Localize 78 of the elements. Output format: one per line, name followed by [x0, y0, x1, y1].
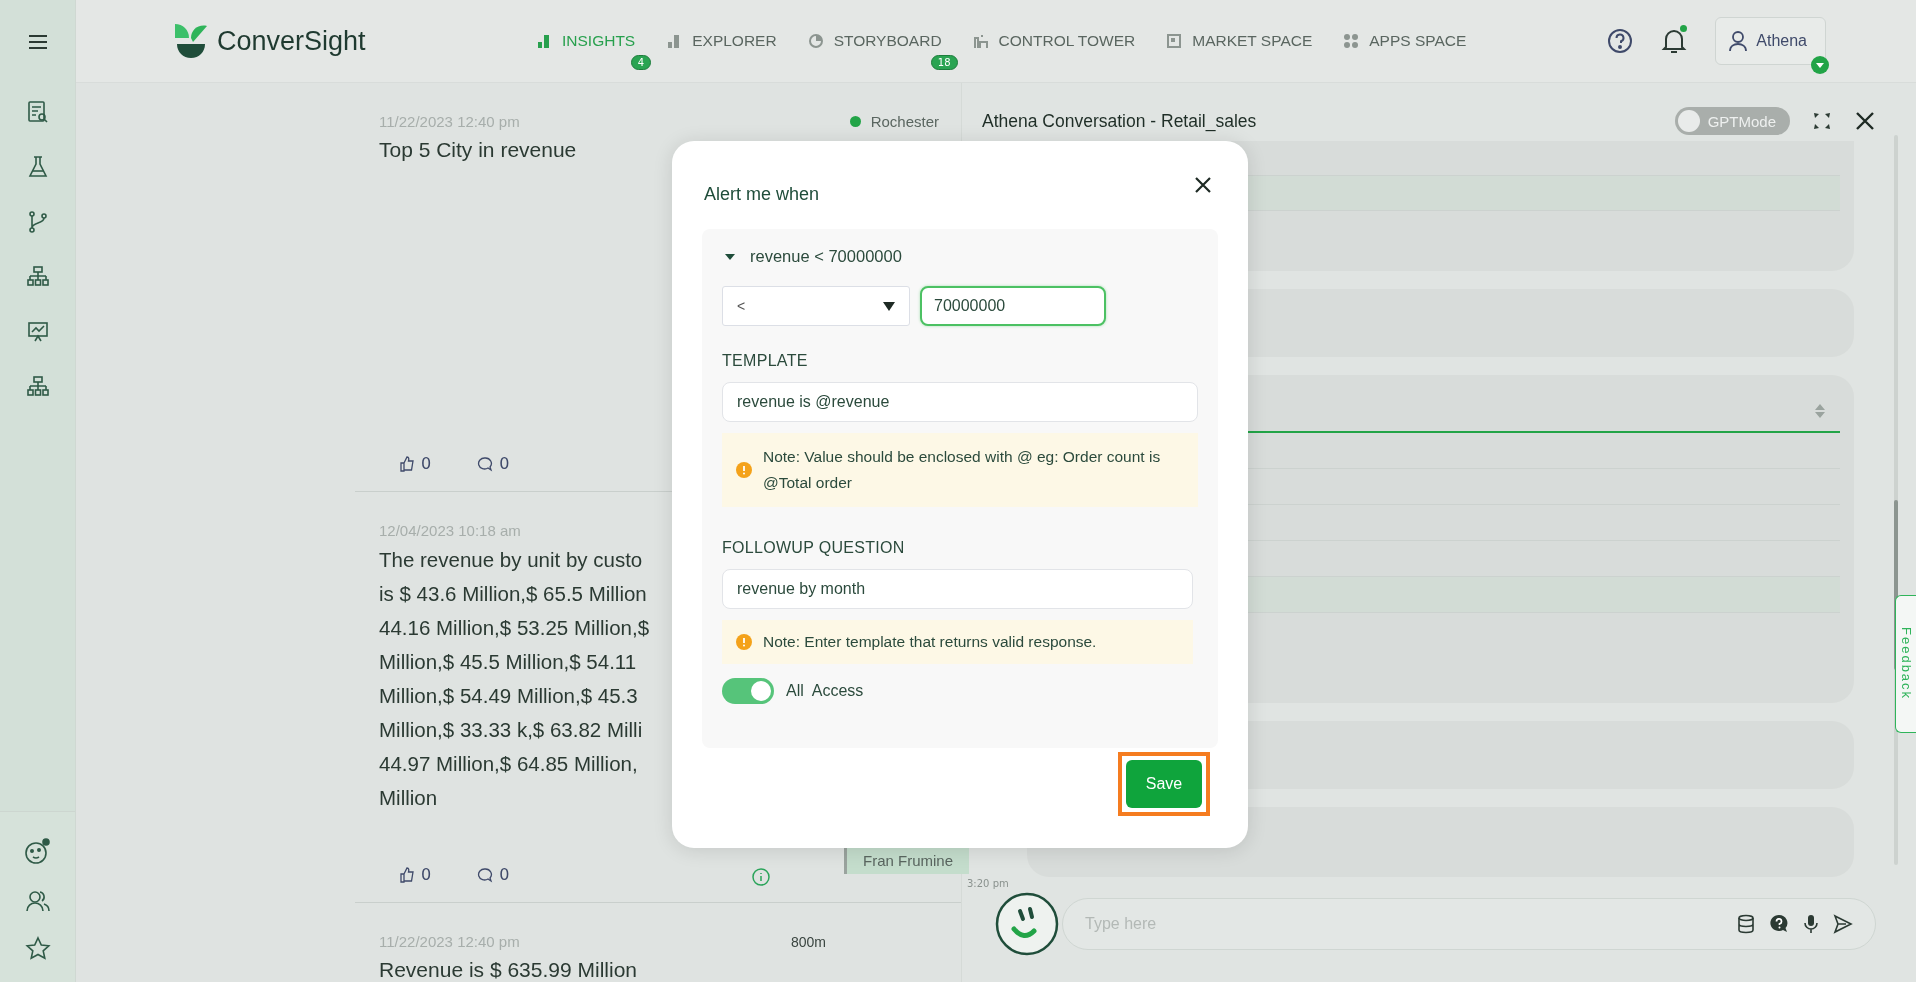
store-icon	[1166, 33, 1183, 49]
menu-icon[interactable]	[27, 34, 48, 50]
thumbs-up-icon	[399, 455, 415, 472]
toggle-label: All Access	[786, 682, 864, 700]
comment-icon	[477, 866, 494, 883]
user-menu[interactable]: Athena	[1715, 17, 1826, 65]
note-text: Note: Enter template that returns valid response.	[763, 632, 1097, 652]
logo-text: ConverSight	[217, 25, 366, 57]
chart-bar-label: Fran Frumine	[844, 847, 969, 874]
post-date: 11/22/2023 12:40 pm	[379, 113, 520, 130]
note-text: Note: Value should be enclosed with @ eg: Order count is @Total order	[763, 447, 1162, 493]
bar-chart-icon	[536, 33, 552, 49]
condition-header[interactable]: revenue < 70000000	[722, 241, 902, 272]
insight-title: Top 5 City in revenue	[378, 138, 578, 162]
branch-icon[interactable]	[26, 210, 49, 234]
nav-tab[interactable]: MARKET SPACE	[1166, 26, 1313, 56]
insight-text: Million	[379, 785, 438, 811]
caret-icon[interactable]	[1811, 56, 1829, 74]
notification-icon[interactable]	[1661, 27, 1688, 55]
flask-icon[interactable]	[26, 155, 49, 179]
bot-icon[interactable]	[23, 836, 52, 866]
database-icon[interactable]	[1737, 914, 1755, 934]
caret-icon	[724, 251, 736, 262]
tower-icon	[972, 33, 989, 49]
insight-text: The revenue by unit by custo	[379, 547, 643, 573]
bot-avatar	[994, 891, 1060, 957]
comment-button[interactable]: 0	[477, 454, 510, 473]
axis-label: 800m	[790, 933, 826, 950]
user-icon	[1728, 30, 1749, 52]
count-badge: 4	[630, 55, 652, 70]
insight-text: Million,$ 54.49 Million,$ 45.3	[379, 683, 638, 709]
post-date: 12/04/2023 10:18 am	[379, 522, 521, 539]
post-date: 11/22/2023 12:40 pm	[379, 933, 520, 950]
comment-button[interactable]: 0	[477, 865, 510, 884]
microphone-icon[interactable]	[1803, 914, 1819, 934]
legend-item: Rochester	[849, 113, 939, 130]
thumbs-up-icon	[399, 866, 415, 883]
insight-text: Million,$ 45.5 Million,$ 54.11	[379, 649, 637, 675]
close-icon[interactable]	[1854, 110, 1876, 132]
pie-chart-icon	[807, 33, 824, 49]
users-icon[interactable]	[24, 888, 51, 914]
expand-icon[interactable]	[1812, 111, 1832, 131]
send-icon[interactable]	[1833, 914, 1853, 934]
insight-text: 44.97 Million,$ 64.85 Million,	[379, 751, 638, 777]
insight-title: Revenue is $ 635.99 Million	[378, 958, 638, 982]
hierarchy-icon[interactable]	[26, 265, 49, 289]
star-icon[interactable]	[24, 936, 51, 962]
insight-text: Million,$ 33.33 k,$ 63.82 Milli	[379, 717, 643, 743]
dialog-title: Alert me when	[704, 183, 820, 205]
nav-tab[interactable]: STORYBOARD	[807, 26, 942, 56]
like-button[interactable]: 0	[399, 865, 432, 884]
like-button[interactable]: 0	[399, 454, 432, 473]
message-time: 3:20 pm	[967, 878, 1009, 889]
followup-field[interactable]: revenue by month	[722, 569, 1193, 609]
hierarchy-icon[interactable]	[26, 375, 49, 399]
report-icon[interactable]	[26, 100, 49, 124]
presentation-icon[interactable]	[26, 320, 49, 344]
caret-icon	[883, 301, 895, 311]
apps-icon	[1343, 33, 1360, 49]
template-field[interactable]: revenue is @revenue	[722, 382, 1198, 422]
operator-dropdown[interactable]: <	[722, 286, 910, 326]
help-icon[interactable]	[1607, 28, 1634, 54]
warning-icon	[736, 462, 752, 478]
nav-tab[interactable]: CONTROL TOWER	[972, 26, 1136, 56]
field-label: FOLLOWUP QUESTION	[722, 539, 906, 557]
insight-text: 44.16 Million,$ 53.25 Million,$	[379, 615, 650, 641]
field-label: TEMPLATE	[722, 352, 809, 370]
value-field[interactable]: 70000000	[920, 286, 1106, 326]
nav-tab[interactable]: EXPLORER	[666, 26, 777, 56]
access-toggle[interactable]	[722, 678, 774, 704]
count-badge: 18	[930, 55, 958, 70]
help-chat-icon[interactable]	[1769, 914, 1789, 934]
panel-title: Athena Conversation - Retail_sales	[982, 111, 1257, 132]
nav-tab[interactable]: APPS SPACE	[1343, 26, 1467, 56]
close-icon[interactable]	[1194, 176, 1212, 194]
comment-icon	[477, 455, 494, 472]
insight-text: is $ 43.6 Million,$ 65.5 Million	[379, 581, 647, 607]
warning-icon	[736, 634, 752, 650]
